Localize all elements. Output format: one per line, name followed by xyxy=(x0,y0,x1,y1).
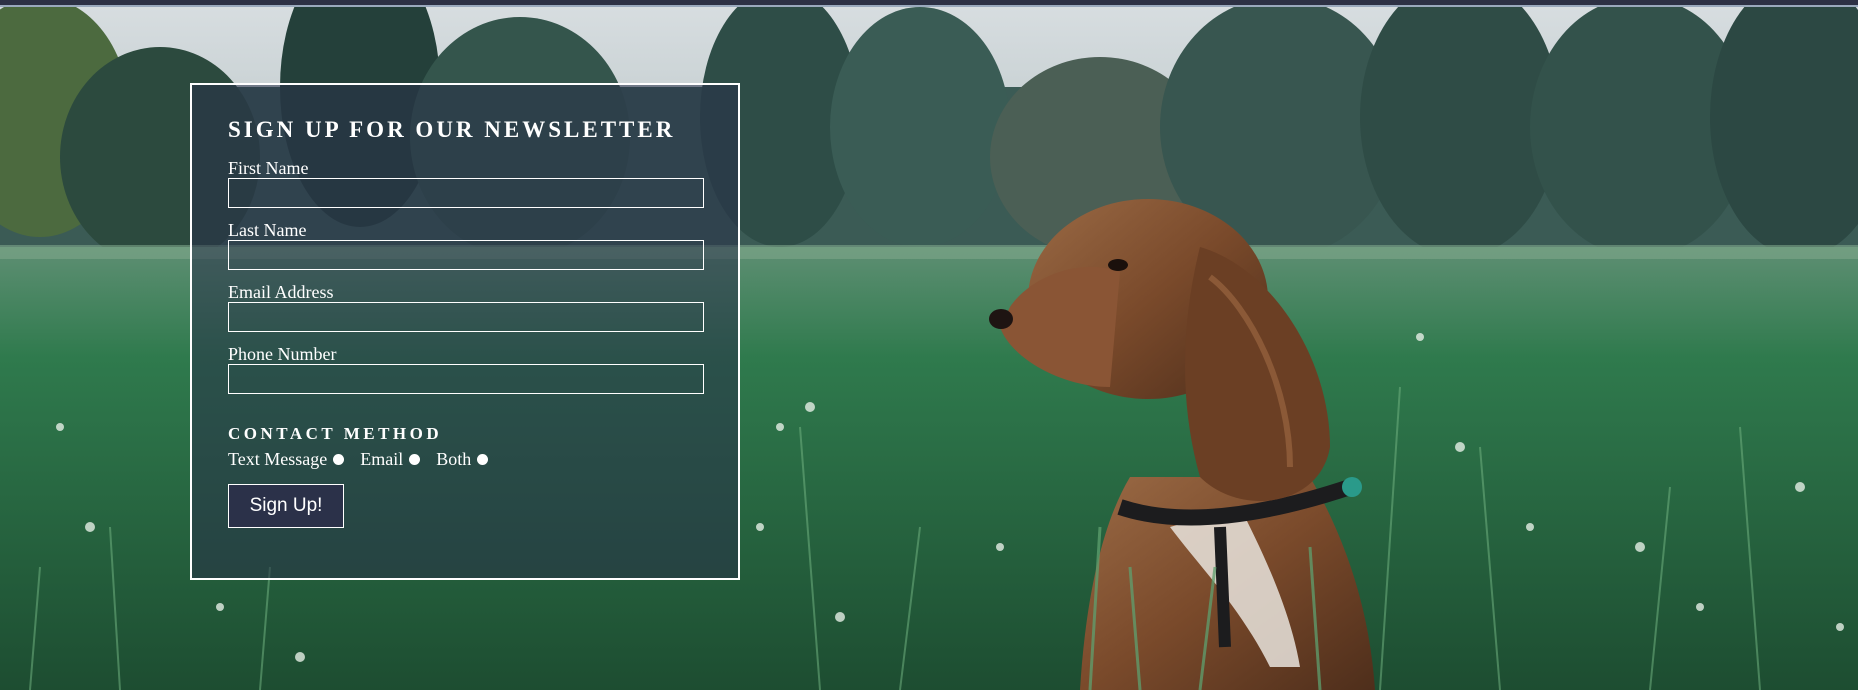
radio-text-message[interactable] xyxy=(333,453,345,465)
radio-option-text-message[interactable]: Text Message xyxy=(228,448,345,470)
page: SIGN UP FOR OUR NEWSLETTER First Name La… xyxy=(0,0,1858,690)
sign-up-button[interactable]: Sign Up! xyxy=(228,484,344,528)
radio-both[interactable] xyxy=(477,453,489,465)
radio-label-text-message: Text Message xyxy=(228,448,328,469)
contact-method-options: Text Message Email Both xyxy=(228,448,738,470)
first-name-field[interactable] xyxy=(228,178,704,208)
contact-method-title: CONTACT METHOD xyxy=(228,424,443,443)
radio-email[interactable] xyxy=(409,453,421,465)
radio-label-both: Both xyxy=(436,448,472,469)
radio-option-email[interactable]: Email xyxy=(360,448,421,470)
top-bar xyxy=(0,0,1858,7)
phone-number-field[interactable] xyxy=(228,364,704,394)
phone-number-label: Phone Number xyxy=(228,344,337,364)
last-name-field[interactable] xyxy=(228,240,704,270)
radio-option-both[interactable]: Both xyxy=(436,448,489,470)
email-address-label: Email Address xyxy=(228,282,334,302)
newsletter-form: SIGN UP FOR OUR NEWSLETTER First Name La… xyxy=(190,83,740,580)
first-name-label: First Name xyxy=(228,158,309,178)
newsletter-title: SIGN UP FOR OUR NEWSLETTER xyxy=(228,117,676,142)
email-address-field[interactable] xyxy=(228,302,704,332)
last-name-label: Last Name xyxy=(228,220,307,240)
radio-label-email: Email xyxy=(360,448,404,469)
